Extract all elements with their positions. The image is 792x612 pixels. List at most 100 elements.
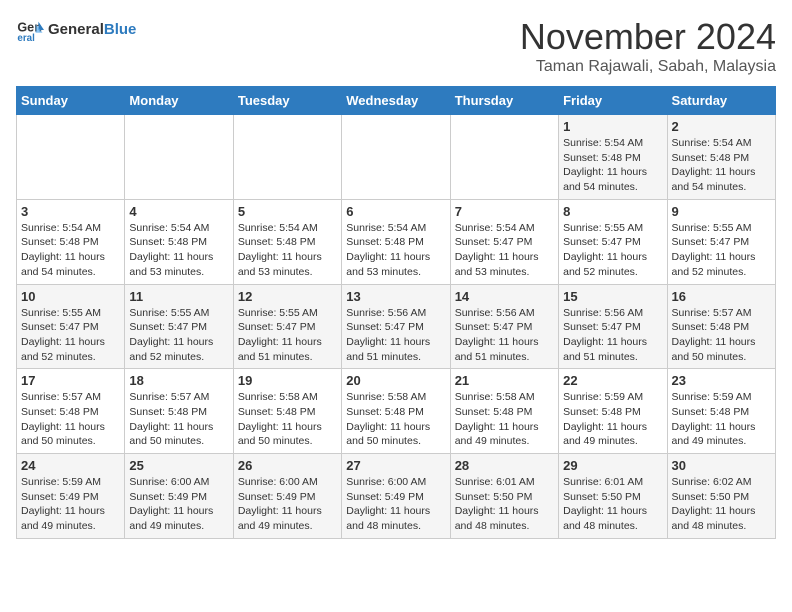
day-info: Sunrise: 5:54 AMSunset: 5:48 PMDaylight:…: [238, 221, 337, 280]
day-info: Sunrise: 5:57 AMSunset: 5:48 PMDaylight:…: [672, 306, 771, 365]
logo-general: General: [48, 21, 104, 38]
day-info: Sunrise: 5:59 AMSunset: 5:49 PMDaylight:…: [21, 475, 120, 534]
logo-blue: Blue: [104, 21, 137, 38]
calendar-cell: 1Sunrise: 5:54 AMSunset: 5:48 PMDaylight…: [559, 115, 667, 200]
day-number: 7: [455, 204, 554, 219]
day-info: Sunrise: 6:00 AMSunset: 5:49 PMDaylight:…: [238, 475, 337, 534]
calendar-cell: 6 Sunrise: 5:54 AMSunset: 5:48 PMDaylight…: [342, 199, 450, 284]
day-number: 15: [563, 289, 662, 304]
day-info: Sunrise: 5:56 AMSunset: 5:47 PMDaylight:…: [563, 306, 662, 365]
day-number: 30: [672, 458, 771, 473]
calendar-cell: 26 Sunrise: 6:00 AMSunset: 5:49 PMDayligh…: [233, 454, 341, 539]
day-number: 12: [238, 289, 337, 304]
day-number: 6: [346, 204, 445, 219]
calendar-week-row: 1Sunrise: 5:54 AMSunset: 5:48 PMDaylight…: [17, 115, 776, 200]
calendar-cell: 16 Sunrise: 5:57 AMSunset: 5:48 PMDayligh…: [667, 284, 775, 369]
day-info: Sunrise: 5:54 AMSunset: 5:48 PMDaylight:…: [21, 221, 120, 280]
calendar-cell: 15 Sunrise: 5:56 AMSunset: 5:47 PMDayligh…: [559, 284, 667, 369]
day-number: 29: [563, 458, 662, 473]
day-number: 28: [455, 458, 554, 473]
day-number: 25: [129, 458, 228, 473]
day-info: Sunrise: 5:58 AMSunset: 5:48 PMDaylight:…: [346, 390, 445, 449]
weekday-header: Thursday: [450, 87, 558, 115]
calendar-cell: 9 Sunrise: 5:55 AMSunset: 5:47 PMDaylight…: [667, 199, 775, 284]
day-info: Sunrise: 5:59 AMSunset: 5:48 PMDaylight:…: [563, 390, 662, 449]
svg-text:eral: eral: [17, 33, 35, 44]
day-number: 10: [21, 289, 120, 304]
weekday-header-row: SundayMondayTuesdayWednesdayThursdayFrid…: [17, 87, 776, 115]
calendar-week-row: 24 Sunrise: 5:59 AMSunset: 5:49 PMDayligh…: [17, 454, 776, 539]
day-number: 21: [455, 373, 554, 388]
calendar-cell: 28 Sunrise: 6:01 AMSunset: 5:50 PMDayligh…: [450, 454, 558, 539]
month-title: November 2024: [520, 16, 776, 58]
day-info: Sunrise: 5:55 AMSunset: 5:47 PMDaylight:…: [238, 306, 337, 365]
calendar-cell: [450, 115, 558, 200]
weekday-header: Friday: [559, 87, 667, 115]
day-number: 27: [346, 458, 445, 473]
calendar-cell: 21 Sunrise: 5:58 AMSunset: 5:48 PMDayligh…: [450, 369, 558, 454]
day-number: 14: [455, 289, 554, 304]
day-info: Sunrise: 5:55 AMSunset: 5:47 PMDaylight:…: [672, 221, 771, 280]
day-info: Sunrise: 6:02 AMSunset: 5:50 PMDaylight:…: [672, 475, 771, 534]
day-number: 26: [238, 458, 337, 473]
day-number: 5: [238, 204, 337, 219]
day-info: Sunrise: 6:01 AMSunset: 5:50 PMDaylight:…: [455, 475, 554, 534]
day-number: 20: [346, 373, 445, 388]
day-info: Sunrise: 5:54 AMSunset: 5:48 PMDaylight:…: [346, 221, 445, 280]
calendar-cell: 11 Sunrise: 5:55 AMSunset: 5:47 PMDayligh…: [125, 284, 233, 369]
calendar-cell: 5 Sunrise: 5:54 AMSunset: 5:48 PMDaylight…: [233, 199, 341, 284]
day-info: Sunrise: 6:00 AMSunset: 5:49 PMDaylight:…: [129, 475, 228, 534]
day-info: Sunrise: 5:57 AMSunset: 5:48 PMDaylight:…: [21, 390, 120, 449]
calendar-cell: [233, 115, 341, 200]
day-number: 13: [346, 289, 445, 304]
calendar-cell: 12 Sunrise: 5:55 AMSunset: 5:47 PMDayligh…: [233, 284, 341, 369]
day-info: Sunrise: 5:56 AMSunset: 5:47 PMDaylight:…: [346, 306, 445, 365]
calendar-cell: [125, 115, 233, 200]
calendar-cell: 10 Sunrise: 5:55 AMSunset: 5:47 PMDayligh…: [17, 284, 125, 369]
page-header: Gen eral GeneralBlue November 2024 Taman…: [16, 16, 776, 76]
day-number: 18: [129, 373, 228, 388]
day-number: 3: [21, 204, 120, 219]
day-number: 1: [563, 119, 662, 134]
day-number: 9: [672, 204, 771, 219]
calendar-week-row: 17Sunrise: 5:57 AMSunset: 5:48 PMDayligh…: [17, 369, 776, 454]
day-info: Sunrise: 5:55 AMSunset: 5:47 PMDaylight:…: [21, 306, 120, 365]
logo: Gen eral GeneralBlue: [16, 16, 136, 44]
day-info: Sunrise: 5:56 AMSunset: 5:47 PMDaylight:…: [455, 306, 554, 365]
weekday-header: Sunday: [17, 87, 125, 115]
calendar-cell: 23Sunrise: 5:59 AMSunset: 5:48 PMDayligh…: [667, 369, 775, 454]
day-info: Sunrise: 5:58 AMSunset: 5:48 PMDaylight:…: [238, 390, 337, 449]
location: Taman Rajawali, Sabah, Malaysia: [520, 58, 776, 76]
day-number: 8: [563, 204, 662, 219]
title-block: November 2024 Taman Rajawali, Sabah, Mal…: [520, 16, 776, 76]
calendar-cell: 29 Sunrise: 6:01 AMSunset: 5:50 PMDayligh…: [559, 454, 667, 539]
calendar-cell: [342, 115, 450, 200]
day-info: Sunrise: 6:01 AMSunset: 5:50 PMDaylight:…: [563, 475, 662, 534]
calendar-cell: 19Sunrise: 5:58 AMSunset: 5:48 PMDayligh…: [233, 369, 341, 454]
weekday-header: Saturday: [667, 87, 775, 115]
calendar-cell: 14 Sunrise: 5:56 AMSunset: 5:47 PMDayligh…: [450, 284, 558, 369]
day-info: Sunrise: 5:55 AMSunset: 5:47 PMDaylight:…: [129, 306, 228, 365]
calendar-cell: [17, 115, 125, 200]
weekday-header: Monday: [125, 87, 233, 115]
day-info: Sunrise: 5:54 AMSunset: 5:48 PMDaylight:…: [129, 221, 228, 280]
calendar-cell: 7Sunrise: 5:54 AMSunset: 5:47 PMDaylight…: [450, 199, 558, 284]
day-info: Sunrise: 5:59 AMSunset: 5:48 PMDaylight:…: [672, 390, 771, 449]
day-number: 16: [672, 289, 771, 304]
calendar-cell: 27Sunrise: 6:00 AMSunset: 5:49 PMDayligh…: [342, 454, 450, 539]
day-info: Sunrise: 5:55 AMSunset: 5:47 PMDaylight:…: [563, 221, 662, 280]
logo-icon: Gen eral: [16, 16, 44, 44]
day-number: 24: [21, 458, 120, 473]
day-info: Sunrise: 5:58 AMSunset: 5:48 PMDaylight:…: [455, 390, 554, 449]
calendar-cell: 22Sunrise: 5:59 AMSunset: 5:48 PMDayligh…: [559, 369, 667, 454]
day-number: 11: [129, 289, 228, 304]
calendar-cell: 13 Sunrise: 5:56 AMSunset: 5:47 PMDayligh…: [342, 284, 450, 369]
weekday-header: Tuesday: [233, 87, 341, 115]
day-info: Sunrise: 5:57 AMSunset: 5:48 PMDaylight:…: [129, 390, 228, 449]
calendar-table: SundayMondayTuesdayWednesdayThursdayFrid…: [16, 86, 776, 539]
calendar-cell: 8 Sunrise: 5:55 AMSunset: 5:47 PMDaylight…: [559, 199, 667, 284]
weekday-header: Wednesday: [342, 87, 450, 115]
calendar-cell: 20 Sunrise: 5:58 AMSunset: 5:48 PMDayligh…: [342, 369, 450, 454]
calendar-week-row: 3 Sunrise: 5:54 AMSunset: 5:48 PMDaylight…: [17, 199, 776, 284]
calendar-cell: 25 Sunrise: 6:00 AMSunset: 5:49 PMDayligh…: [125, 454, 233, 539]
